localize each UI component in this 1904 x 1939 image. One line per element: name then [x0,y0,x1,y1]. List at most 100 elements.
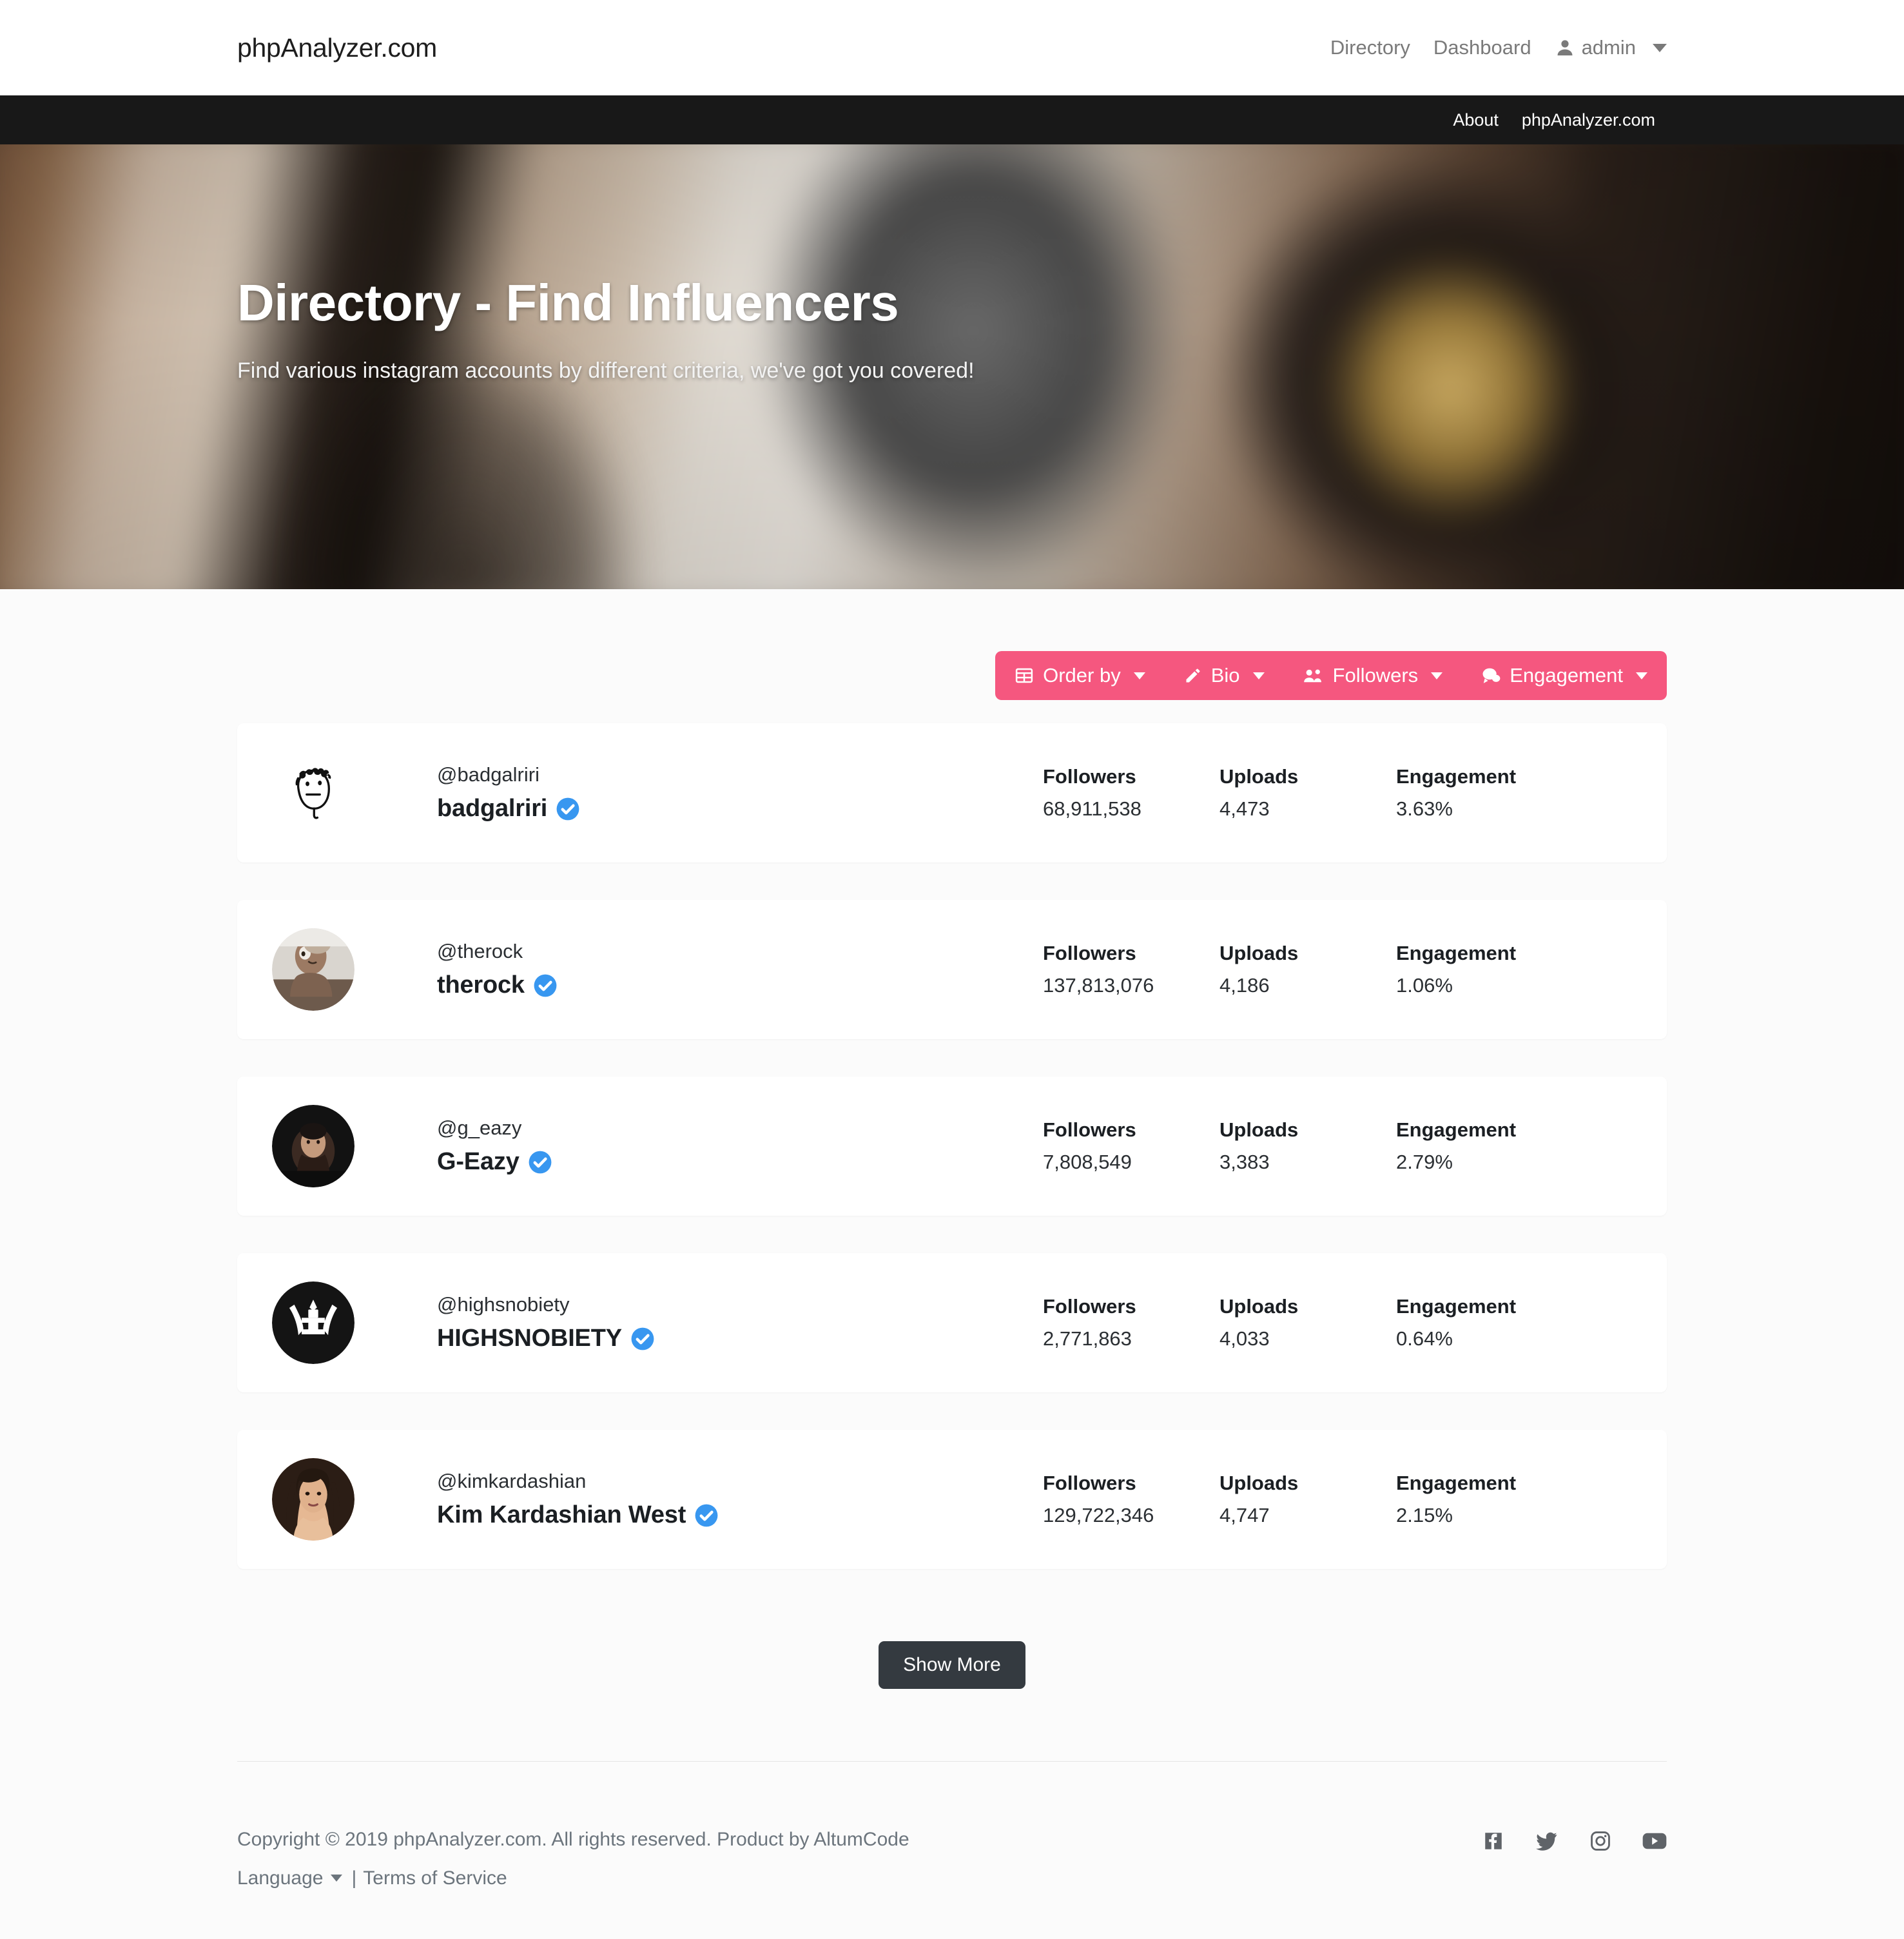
footer-links-row: Language | Terms of Service [237,1862,909,1895]
stat-uploads-label: Uploads [1219,765,1299,788]
avatar[interactable] [272,1458,355,1541]
influencer-names: @g_eazy G-Eazy [437,1116,1043,1176]
filter-engagement[interactable]: Engagement [1462,651,1667,700]
influencer-fullname[interactable]: G-Eazy [437,1148,520,1176]
influencer-handle[interactable]: @therock [437,940,1043,963]
stat-followers-value: 2,771,863 [1043,1327,1132,1350]
influencer-card[interactable]: @badgalriri badgalriri Followers 68,911,… [237,723,1667,862]
stat-followers-label: Followers [1043,942,1136,964]
stat-followers-label: Followers [1043,1472,1136,1494]
filter-bar: Order by Bio Followers Engagement [995,651,1667,700]
show-more-button[interactable]: Show More [879,1641,1025,1689]
photo-avatar-kimkardashian [272,1458,355,1541]
chevron-down-icon [1636,672,1647,679]
stat-followers: Followers 2,771,863 [1043,1295,1219,1350]
verified-badge-icon [556,797,580,821]
stat-followers: Followers 7,808,549 [1043,1118,1219,1174]
youtube-icon[interactable] [1642,1830,1667,1852]
avatar[interactable] [272,1281,355,1364]
nav-link-dashboard[interactable]: Dashboard [1422,36,1543,59]
user-menu-dropdown[interactable]: admin [1543,36,1667,59]
verified-badge-icon [528,1150,552,1174]
darknav-link-phpanalyzer[interactable]: phpAnalyzer.com [1510,110,1667,130]
influencer-stats: Followers 137,813,076 Uploads 4,186 Enga… [1043,942,1573,997]
influencer-handle[interactable]: @kimkardashian [437,1470,1043,1493]
stat-uploads: Uploads 4,186 [1219,942,1396,997]
influencer-stats: Followers 129,722,346 Uploads 4,747 Enga… [1043,1472,1573,1527]
main-content: Order by Bio Followers Engagement @badga… [0,589,1904,1761]
avatar[interactable] [272,928,355,1011]
stat-engagement: Engagement 3.63% [1396,765,1573,821]
stat-engagement: Engagement 1.06% [1396,942,1573,997]
instagram-icon[interactable] [1589,1830,1611,1852]
verified-badge-icon [630,1327,655,1351]
nav-link-directory[interactable]: Directory [1319,36,1422,59]
stat-engagement-value: 2.79% [1396,1151,1453,1173]
stat-engagement-label: Engagement [1396,1472,1517,1494]
stat-engagement: Engagement 0.64% [1396,1295,1573,1350]
page-subtitle: Find various instagram accounts by diffe… [237,358,975,383]
influencer-card[interactable]: @highsnobiety HIGHSNOBIETY Followers 2,7… [237,1253,1667,1392]
stat-followers: Followers 68,911,538 [1043,765,1219,821]
filter-bio[interactable]: Bio [1165,651,1284,700]
stat-uploads: Uploads 4,473 [1219,765,1396,821]
language-dropdown[interactable]: Language [237,1862,323,1895]
stat-uploads: Uploads 4,033 [1219,1295,1396,1350]
avatar[interactable] [272,752,355,834]
chevron-down-icon [331,1874,343,1882]
photo-avatar-therock [272,928,355,1011]
influencer-card[interactable]: @g_eazy G-Eazy Followers 7,808,549 Uploa… [237,1077,1667,1216]
stat-followers: Followers 137,813,076 [1043,942,1219,997]
verified-badge-icon [533,973,558,998]
doodle-face-avatar [272,752,355,834]
page-title: Directory - Find Influencers [237,274,899,331]
filter-bar-wrapper: Order by Bio Followers Engagement [237,589,1667,700]
footer-copyright: Copyright © 2019 phpAnalyzer.com. All ri… [237,1829,909,1850]
influencer-list: @badgalriri badgalriri Followers 68,911,… [237,723,1667,1569]
influencer-card[interactable]: @kimkardashian Kim Kardashian West Follo… [237,1430,1667,1569]
influencer-handle[interactable]: @badgalriri [437,763,1043,786]
influencer-handle[interactable]: @highsnobiety [437,1293,1043,1316]
users-icon [1303,667,1324,685]
influencer-names: @highsnobiety HIGHSNOBIETY [437,1293,1043,1352]
brand-logo[interactable]: phpAnalyzer.com [237,33,437,63]
stat-uploads-value: 3,383 [1219,1151,1270,1173]
stat-engagement-label: Engagement [1396,1118,1517,1141]
darknav-link-about[interactable]: About [1441,110,1510,130]
stat-uploads: Uploads 4,747 [1219,1472,1396,1527]
stat-engagement-label: Engagement [1396,765,1517,788]
stat-uploads-value: 4,473 [1219,797,1270,820]
influencer-names: @therock therock [437,940,1043,999]
twitter-icon[interactable] [1535,1830,1559,1852]
footer-social-links [1482,1824,1667,1852]
facebook-icon[interactable] [1482,1830,1504,1852]
influencer-stats: Followers 68,911,538 Uploads 4,473 Engag… [1043,765,1573,821]
filter-followers[interactable]: Followers [1284,651,1462,700]
secondary-navbar: About phpAnalyzer.com [0,95,1904,144]
stat-engagement-value: 2.15% [1396,1504,1453,1526]
photo-avatar-geazy [272,1105,355,1187]
stat-uploads-label: Uploads [1219,1118,1299,1141]
stat-uploads-label: Uploads [1219,1472,1299,1494]
stat-followers-label: Followers [1043,765,1136,788]
influencer-stats: Followers 2,771,863 Uploads 4,033 Engage… [1043,1295,1573,1350]
hero-banner: Directory - Find Influencers Find variou… [0,144,1904,589]
verified-badge-icon [694,1503,719,1528]
stat-uploads-value: 4,747 [1219,1504,1270,1526]
terms-of-service-link[interactable]: Terms of Service [363,1862,507,1895]
stat-followers-value: 137,813,076 [1043,974,1154,997]
stat-engagement-value: 3.63% [1396,797,1453,820]
influencer-fullname[interactable]: HIGHSNOBIETY [437,1325,622,1352]
influencer-fullname[interactable]: therock [437,971,525,999]
footer-separator: | [351,1867,357,1889]
stat-uploads-value: 4,033 [1219,1327,1270,1350]
influencer-fullname[interactable]: Kim Kardashian West [437,1501,686,1529]
chevron-down-icon [1252,672,1265,679]
influencer-handle[interactable]: @g_eazy [437,1116,1043,1140]
avatar[interactable] [272,1105,355,1187]
influencer-fullname[interactable]: badgalriri [437,795,547,823]
stat-uploads: Uploads 3,383 [1219,1118,1396,1174]
user-icon [1555,37,1575,58]
influencer-card[interactable]: @therock therock Followers 137,813,076 U… [237,900,1667,1039]
filter-order-by[interactable]: Order by [995,651,1165,700]
